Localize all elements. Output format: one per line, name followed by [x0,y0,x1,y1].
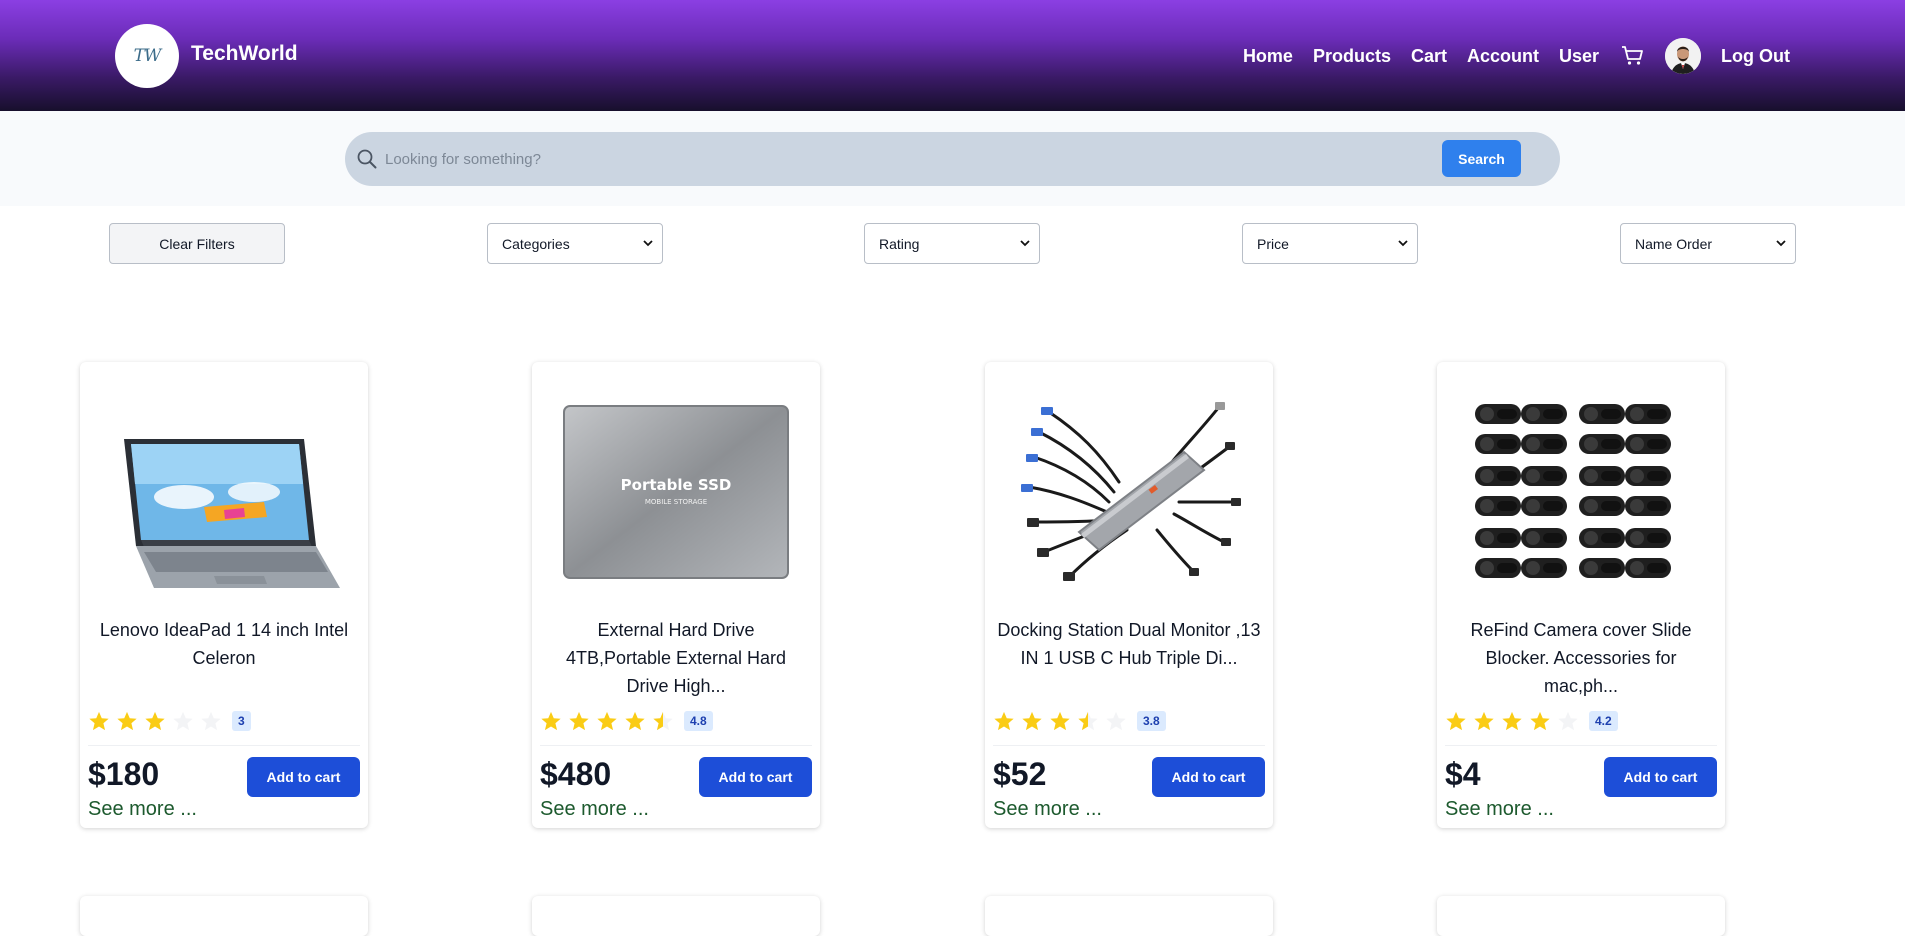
star-icon [145,711,165,731]
card-divider [540,745,812,746]
star-icon [625,711,645,731]
add-to-cart-button[interactable]: Add to cart [247,757,360,797]
star-icon [89,711,109,731]
product-card [1437,896,1725,936]
add-to-cart-button[interactable]: Add to cart [699,757,812,797]
nav-products[interactable]: Products [1313,46,1391,67]
star-icon [541,711,561,731]
logout-link[interactable]: Log Out [1721,46,1790,67]
brand-logo-mark: TW [133,46,162,66]
star-icon [1022,711,1042,731]
product-card [985,896,1273,936]
product-price: $480 [540,756,612,792]
star-half-icon [1078,711,1098,731]
nav-user[interactable]: User [1559,46,1599,67]
product-card: Docking Station Dual Monitor ,13 IN 1 US… [985,362,1273,828]
name-order-select[interactable]: Name Order [1620,223,1796,264]
chevron-down-icon [1020,240,1030,247]
star-icon [1474,711,1494,731]
rating-badge: 3.8 [1137,711,1166,731]
star-rating: 4.8 [540,710,713,732]
star-icon [569,711,589,731]
product-card: Portable SSD MOBILE STORAGE External Har… [532,362,820,828]
see-more-link[interactable]: See more ... [540,798,649,821]
search-icon [356,148,378,170]
product-title[interactable]: Lenovo IdeaPad 1 14 inch Intel Celeron [92,616,356,672]
search-section: Search [0,111,1905,206]
chevron-down-icon [1776,240,1786,247]
star-rating: 4.2 [1445,710,1618,732]
see-more-link[interactable]: See more ... [88,798,197,821]
star-icon [1530,711,1550,731]
star-icon [597,711,617,731]
nav-account[interactable]: Account [1467,46,1539,67]
add-to-cart-button[interactable]: Add to cart [1604,757,1717,797]
nav-cart[interactable]: Cart [1411,46,1447,67]
ssd-label: Portable SSD [621,476,732,494]
card-divider [88,745,360,746]
product-price: $4 [1445,756,1481,792]
camera-cover-image[interactable] [1461,392,1701,592]
brand-logo[interactable]: TW [115,24,179,88]
laptop-image[interactable] [104,392,344,592]
card-divider [993,745,1265,746]
nav-menu: Home Products Cart Account User Log Out [1243,38,1790,74]
product-card [532,896,820,936]
star-rating: 3 [88,710,251,732]
top-navbar: TW TechWorld Home Products Cart Account … [0,0,1905,111]
clear-filters-button[interactable]: Clear Filters [109,223,285,264]
star-icon [1446,711,1466,731]
search-bar: Search [345,132,1560,186]
card-divider [1445,745,1717,746]
star-empty-icon [1106,711,1126,731]
product-price: $180 [88,756,160,792]
categories-select-value: Categories [502,235,570,252]
search-input[interactable] [385,144,1385,174]
star-empty-icon [173,711,193,731]
nav-home[interactable]: Home [1243,46,1293,67]
star-icon [1050,711,1070,731]
portable-ssd-image[interactable]: Portable SSD MOBILE STORAGE [556,392,796,592]
see-more-link[interactable]: See more ... [1445,798,1554,821]
price-select[interactable]: Price [1242,223,1418,264]
shopping-cart-icon[interactable] [1621,45,1645,67]
star-empty-icon [1558,711,1578,731]
chevron-down-icon [1398,240,1408,247]
rating-select[interactable]: Rating [864,223,1040,264]
rating-badge: 4.2 [1589,711,1618,731]
star-icon [994,711,1014,731]
product-title[interactable]: ReFind Camera cover Slide Blocker. Acces… [1449,616,1713,700]
rating-badge: 3 [232,711,251,731]
ssd-sublabel: MOBILE STORAGE [645,498,707,506]
star-empty-icon [201,711,221,731]
rating-badge: 4.8 [684,711,713,731]
star-half-icon [653,711,673,731]
product-title[interactable]: External Hard Drive 4TB,Portable Externa… [544,616,808,700]
price-select-value: Price [1257,235,1289,252]
docking-station-image[interactable] [1009,392,1249,592]
name-order-select-value: Name Order [1635,235,1713,252]
categories-select[interactable]: Categories [487,223,663,264]
search-button[interactable]: Search [1442,140,1521,177]
product-price: $52 [993,756,1047,792]
star-icon [1502,711,1522,731]
star-rating: 3.8 [993,710,1166,732]
rating-select-value: Rating [879,235,920,252]
product-card [80,896,368,936]
product-card: Lenovo IdeaPad 1 14 inch Intel Celeron 3… [80,362,368,828]
chevron-down-icon [643,240,653,247]
see-more-link[interactable]: See more ... [993,798,1102,821]
brand-name[interactable]: TechWorld [191,42,298,66]
star-icon [117,711,137,731]
add-to-cart-button[interactable]: Add to cart [1152,757,1265,797]
clear-filters-label: Clear Filters [159,235,235,252]
product-title[interactable]: Docking Station Dual Monitor ,13 IN 1 US… [997,616,1261,672]
product-card: ReFind Camera cover Slide Blocker. Acces… [1437,362,1725,828]
user-avatar[interactable] [1665,38,1702,74]
